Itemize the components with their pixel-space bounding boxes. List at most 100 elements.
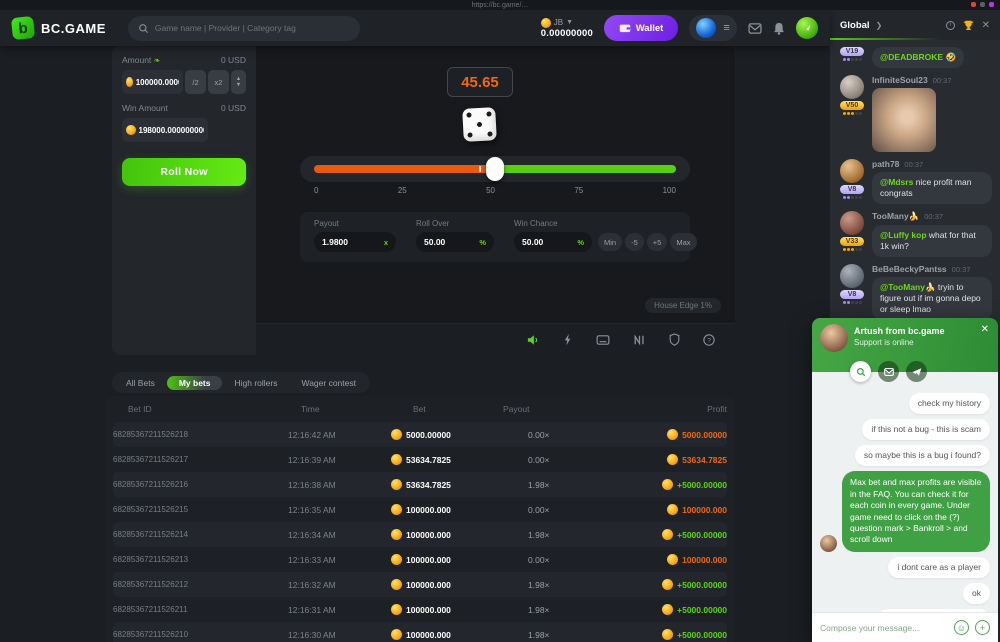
compose-input[interactable]: [820, 623, 948, 633]
hotkeys-icon[interactable]: [596, 335, 610, 345]
bet-amount-input[interactable]: 100000.00000000: [122, 70, 183, 94]
attach-plus-icon[interactable]: +: [975, 620, 990, 635]
bet-payout: 1.98×: [503, 530, 593, 540]
chat-avatar[interactable]: [840, 264, 864, 288]
chat-room-selector[interactable]: Global: [840, 20, 870, 31]
bet-amount: 100000.000: [388, 529, 503, 540]
bet-id: 68285367211526210: [113, 630, 273, 639]
chat-avatar[interactable]: [840, 75, 864, 99]
support-search-icon[interactable]: [850, 361, 871, 382]
table-row[interactable]: 68285367211526214 12:16:34 AM 100000.000…: [113, 522, 727, 547]
table-row[interactable]: 68285367211526211 12:16:31 AM 100000.000…: [113, 597, 727, 622]
bet-time: 12:16:33 AM: [273, 555, 388, 565]
bets-tab[interactable]: High rollers: [222, 376, 289, 390]
coin-icon: [391, 454, 402, 465]
slider-handle[interactable]: [486, 157, 504, 181]
sound-icon[interactable]: [526, 334, 540, 346]
chat-username[interactable]: path78: [872, 159, 899, 169]
brand-logo[interactable]: b BC.GAME: [12, 17, 106, 39]
double-bet-button[interactable]: x2: [208, 70, 229, 94]
payout-input[interactable]: 1.9800x: [314, 232, 396, 252]
win-chance-quick-buttons: Min-5+5Max: [598, 233, 697, 251]
bet-id: 68285367211526216: [113, 480, 273, 489]
bet-time: 12:16:34 AM: [273, 530, 388, 540]
chat-avatar[interactable]: [840, 159, 864, 183]
chat-username[interactable]: TooMany🍌: [872, 211, 919, 222]
chance-quick-button[interactable]: Min: [598, 233, 622, 251]
trophy-icon[interactable]: [963, 20, 974, 31]
support-close-icon[interactable]: ✕: [981, 324, 989, 335]
bets-tabs: All BetsMy betsHigh rollersWager contest: [112, 372, 370, 393]
chat-avatar[interactable]: [840, 211, 864, 235]
chat-mention[interactable]: @DEADBROKE: [880, 52, 943, 62]
bets-tab[interactable]: My bets: [167, 376, 223, 390]
house-edge-badge: House Edge 1%: [645, 298, 721, 313]
slider-track[interactable]: [314, 165, 676, 173]
table-row[interactable]: 68285367211526210 12:16:30 AM 100000.000…: [113, 622, 727, 642]
dice-game-area: 45.65 0255075100 Payout 1.9800x: [256, 46, 735, 355]
table-row[interactable]: 68285367211526217 12:16:39 AM 53634.7825…: [113, 447, 727, 472]
chat-close-icon[interactable]: ✕: [982, 20, 990, 31]
support-email-icon[interactable]: [878, 361, 899, 382]
amount-stepper[interactable]: ▲▼: [231, 70, 246, 94]
roll-over-input[interactable]: 50.00%: [416, 232, 494, 252]
coin-icon: [391, 604, 402, 615]
result-marker: [479, 166, 481, 172]
bet-profit: +5000.00000: [593, 629, 727, 640]
chance-quick-button[interactable]: -5: [625, 233, 644, 251]
promo-avatar-icon[interactable]: [796, 17, 818, 39]
win-chance-input[interactable]: 50.00%: [514, 232, 592, 252]
user-avatar: [696, 18, 716, 38]
table-row[interactable]: 68285367211526215 12:16:35 AM 100000.000…: [113, 497, 727, 522]
balance-display[interactable]: JB ▼ 0.00000000: [541, 18, 593, 39]
emoji-icon[interactable]: ☺: [954, 620, 969, 635]
bets-tab[interactable]: All Bets: [114, 376, 167, 390]
bets-tab[interactable]: Wager contest: [289, 376, 368, 390]
search-input[interactable]: [155, 23, 350, 33]
chat-rules-icon[interactable]: i: [946, 21, 955, 30]
chat-mention[interactable]: @Mdsrs: [880, 177, 913, 187]
wallet-icon: [619, 23, 631, 33]
chat-username[interactable]: InfiniteSoul23: [872, 75, 928, 85]
chat-mention[interactable]: @TooMany🍌: [880, 282, 936, 292]
support-telegram-icon[interactable]: [906, 361, 927, 382]
slider-tick-labels: 0255075100: [314, 186, 676, 195]
half-bet-button[interactable]: /2: [185, 70, 206, 94]
coin-icon: [667, 429, 678, 440]
table-row[interactable]: 68285367211526213 12:16:33 AM 100000.000…: [113, 547, 727, 572]
chance-quick-button[interactable]: +5: [647, 233, 668, 251]
roll-now-button[interactable]: Roll Now: [122, 158, 246, 186]
browser-url[interactable]: https://bc.game/…: [472, 2, 529, 9]
bet-time: 12:16:35 AM: [273, 505, 388, 515]
payout-label: Payout: [314, 219, 396, 228]
user-menu[interactable]: ≡: [689, 15, 737, 41]
wallet-button[interactable]: Wallet: [604, 15, 678, 41]
brand-name: BC.GAME: [41, 21, 106, 36]
level-badge: V50: [840, 101, 864, 110]
table-row[interactable]: 68285367211526212 12:16:32 AM 100000.000…: [113, 572, 727, 597]
bet-payout: 1.98×: [503, 630, 593, 640]
search-bar[interactable]: [128, 16, 360, 41]
messages-icon[interactable]: [748, 23, 762, 34]
help-icon[interactable]: ?: [703, 334, 715, 346]
table-row[interactable]: 68285367211526218 12:16:42 AM 5000.00000…: [113, 422, 727, 447]
support-chat-widget: Artush from bc.game Support is online ✕: [812, 318, 998, 642]
bet-id: 68285367211526214: [113, 530, 273, 539]
chance-quick-button[interactable]: Max: [670, 233, 696, 251]
level-dots: [843, 196, 862, 199]
turbo-bet-icon[interactable]: [563, 333, 573, 346]
fairness-seed-icon[interactable]: [669, 333, 680, 346]
chat-username[interactable]: BeBeBeckyPantss: [872, 264, 947, 274]
level-dots: [843, 58, 862, 61]
chat-image[interactable]: [872, 88, 936, 152]
chat-mention[interactable]: @Luffy kop: [880, 230, 927, 240]
notifications-bell-icon[interactable]: [773, 22, 785, 35]
table-row[interactable]: 68285367211526216 12:16:38 AM 53634.7825…: [113, 472, 727, 497]
win-amount-input[interactable]: 198000.000000000: [122, 118, 208, 142]
chevron-right-icon[interactable]: ❯: [876, 21, 883, 30]
chat-header: Global ❯ i ✕: [830, 10, 1000, 40]
bet-id: 68285367211526215: [113, 505, 273, 514]
live-stats-icon[interactable]: [633, 334, 646, 346]
game-fields-panel: Payout 1.9800x Roll Over 50.00% Win Chan…: [300, 212, 690, 262]
currency-leaf-icon: ❧: [154, 56, 161, 65]
